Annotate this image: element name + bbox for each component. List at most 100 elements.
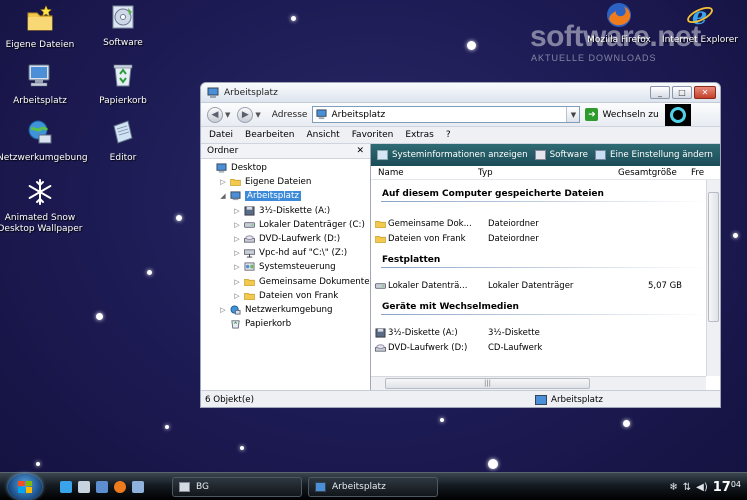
tree-item[interactable]: ▷ Dateien von Frank — [201, 289, 370, 303]
column-header-name[interactable]: Name — [371, 168, 471, 178]
desktop-icon-software[interactable]: Software — [80, 2, 166, 49]
scroll-thumb[interactable]: ||| — [385, 378, 590, 389]
expand-toggle-icon[interactable]: ▷ — [233, 249, 241, 257]
desktop-icon-animated-snow[interactable]: Animated Snow Desktop Wallpaper — [0, 177, 83, 235]
tree-item[interactable]: Papierkorb — [201, 317, 370, 331]
list-item[interactable]: 3½-Diskette (A:) 3½-Diskette — [371, 325, 720, 340]
task-toolbar: Systeminformationen anzeigen Software Ei… — [371, 144, 720, 166]
expand-toggle-icon[interactable]: ▷ — [233, 278, 241, 286]
desktop-icon-label: Arbeitsplatz — [13, 96, 67, 106]
task-software[interactable]: Software — [534, 150, 588, 160]
status-object-count: 6 Objekt(e) — [205, 394, 254, 405]
list-item[interactable]: Gemeinsame Dok... Dateiordner — [371, 216, 720, 231]
hard-drive-icon — [244, 220, 255, 230]
menu-favoriten[interactable]: Favoriten — [352, 130, 394, 140]
tree-item[interactable]: ▷ Systemsteuerung — [201, 260, 370, 274]
clock[interactable]: 1704 — [713, 480, 741, 495]
menu-extras[interactable]: Extras — [405, 130, 433, 140]
tree-item[interactable]: ▷ Vpc-hd auf "C:\" (Z:) — [201, 246, 370, 260]
desktop-icon-eigene-dateien[interactable]: Eigene Dateien — [0, 4, 83, 51]
quicklaunch-desktop-icon[interactable] — [78, 480, 90, 493]
floppy-icon — [375, 327, 386, 338]
desktop-icon-label: Editor — [109, 153, 137, 163]
desktop-icon-editor[interactable]: Editor — [80, 117, 166, 164]
quicklaunch-ie-icon[interactable] — [60, 480, 72, 493]
taskbar-button-arbeitsplatz[interactable]: Arbeitsplatz — [308, 477, 438, 497]
minimize-button[interactable]: _ — [650, 86, 670, 99]
tree-item[interactable]: ▷ Eigene Dateien — [201, 175, 370, 189]
expand-toggle-icon[interactable]: ▷ — [219, 306, 227, 314]
title-bar[interactable]: Arbeitsplatz _ □ ✕ — [201, 83, 720, 103]
network-drive-icon — [244, 248, 255, 258]
recycle-bin-icon — [113, 64, 133, 87]
task-label: Systeminformationen anzeigen — [392, 150, 528, 160]
menu-ansicht[interactable]: Ansicht — [306, 130, 339, 140]
item-type: Lokaler Datenträger — [488, 280, 574, 291]
column-header-size[interactable]: Gesamtgröße — [611, 168, 684, 178]
list-item[interactable]: Dateien von Frank Dateiordner — [371, 231, 720, 246]
folder-icon — [230, 177, 241, 187]
desktop-icon-netzwerkumgebung[interactable]: Netzwerkumgebung — [0, 117, 88, 164]
snowflake — [488, 459, 498, 469]
vertical-scrollbar[interactable] — [706, 180, 720, 376]
task-label: Software — [549, 150, 588, 160]
list-item[interactable]: DVD-Laufwerk (D:) CD-Laufwerk — [371, 340, 720, 355]
tree-item[interactable]: Desktop — [201, 161, 370, 175]
tree-item[interactable]: ▷ DVD-Laufwerk (D:) — [201, 232, 370, 246]
forward-dropdown-icon[interactable]: ▼ — [255, 111, 260, 119]
folders-header: Ordner ✕ — [201, 144, 370, 159]
snowflake-tray-icon[interactable]: ❄ — [669, 482, 677, 493]
expand-toggle-icon[interactable]: ▷ — [233, 235, 241, 243]
back-button[interactable]: ◀ — [207, 106, 223, 123]
system-tray: ❄ ⇅ ◀) 1704 — [655, 473, 747, 500]
expand-toggle-icon[interactable]: ◢ — [219, 192, 227, 200]
quicklaunch-app-icon[interactable] — [132, 480, 144, 493]
back-dropdown-icon[interactable]: ▼ — [225, 111, 230, 119]
address-dropdown-button[interactable]: ▼ — [566, 107, 580, 122]
column-header-free[interactable]: Fre — [684, 168, 704, 178]
go-arrow-icon: ➜ — [585, 108, 599, 121]
taskbar-button-bg[interactable]: BG — [172, 477, 302, 497]
forward-button[interactable]: ▶ — [237, 106, 254, 123]
tree-item[interactable]: ▷ Gemeinsame Dokumente — [201, 275, 370, 289]
dvd-drive-icon — [244, 234, 255, 244]
maximize-button[interactable]: □ — [672, 86, 692, 99]
task-system-info[interactable]: Systeminformationen anzeigen — [377, 150, 528, 160]
tree-item[interactable]: ▷ 3½-Diskette (A:) — [201, 204, 370, 218]
tree-item[interactable]: ◢ Arbeitsplatz — [201, 189, 370, 203]
quicklaunch-media-icon[interactable] — [96, 480, 108, 493]
start-button[interactable] — [8, 473, 42, 500]
tree-item[interactable]: ▷ Lokaler Datenträger (C:) — [201, 218, 370, 232]
desktop-icon-arbeitsplatz[interactable]: Arbeitsplatz — [0, 60, 83, 107]
taskbar: BG Arbeitsplatz ❄ ⇅ ◀) 1704 — [0, 472, 747, 500]
close-button[interactable]: ✕ — [694, 86, 716, 99]
window-title: Arbeitsplatz — [224, 87, 278, 98]
desktop-icon-label: Animated Snow Desktop Wallpaper — [0, 213, 83, 234]
desktop-icon-papierkorb[interactable]: Papierkorb — [80, 60, 166, 107]
menu-help[interactable]: ? — [446, 130, 451, 140]
horizontal-scrollbar[interactable]: ||| — [371, 376, 706, 390]
folders-close-button[interactable]: ✕ — [356, 146, 364, 156]
tree-item-label: Eigene Dateien — [245, 177, 312, 188]
go-button[interactable]: ➜ Wechseln zu — [585, 108, 659, 121]
taskbar-button-label: Arbeitsplatz — [332, 482, 386, 492]
task-label: Eine Einstellung ändern — [609, 150, 713, 160]
menu-datei[interactable]: Datei — [209, 130, 233, 140]
list-item[interactable]: Lokaler Datenträ... Lokaler Datenträger 5,… — [371, 278, 720, 293]
group-header: Auf diesem Computer gespeicherte Dateien — [382, 189, 604, 199]
expand-toggle-icon[interactable]: ▷ — [233, 292, 241, 300]
column-header-type[interactable]: Typ — [471, 168, 611, 178]
expand-toggle-icon[interactable]: ▷ — [233, 221, 241, 229]
menu-bearbeiten[interactable]: Bearbeiten — [245, 130, 294, 140]
scroll-thumb[interactable] — [708, 192, 719, 322]
task-change-setting[interactable]: Eine Einstellung ändern — [594, 150, 713, 160]
tree-item[interactable]: ▷ Netzwerkumgebung — [201, 303, 370, 317]
quicklaunch-firefox-icon[interactable] — [114, 480, 126, 493]
network-tray-icon[interactable]: ⇅ — [683, 482, 691, 493]
expand-toggle-icon[interactable]: ▷ — [219, 178, 227, 186]
volume-tray-icon[interactable]: ◀) — [696, 482, 708, 493]
windows-flag-icon — [18, 480, 32, 493]
expand-toggle-icon[interactable]: ▷ — [233, 263, 241, 271]
expand-toggle-icon[interactable]: ▷ — [233, 207, 241, 215]
address-input[interactable]: Arbeitsplatz ▼ — [312, 106, 581, 123]
